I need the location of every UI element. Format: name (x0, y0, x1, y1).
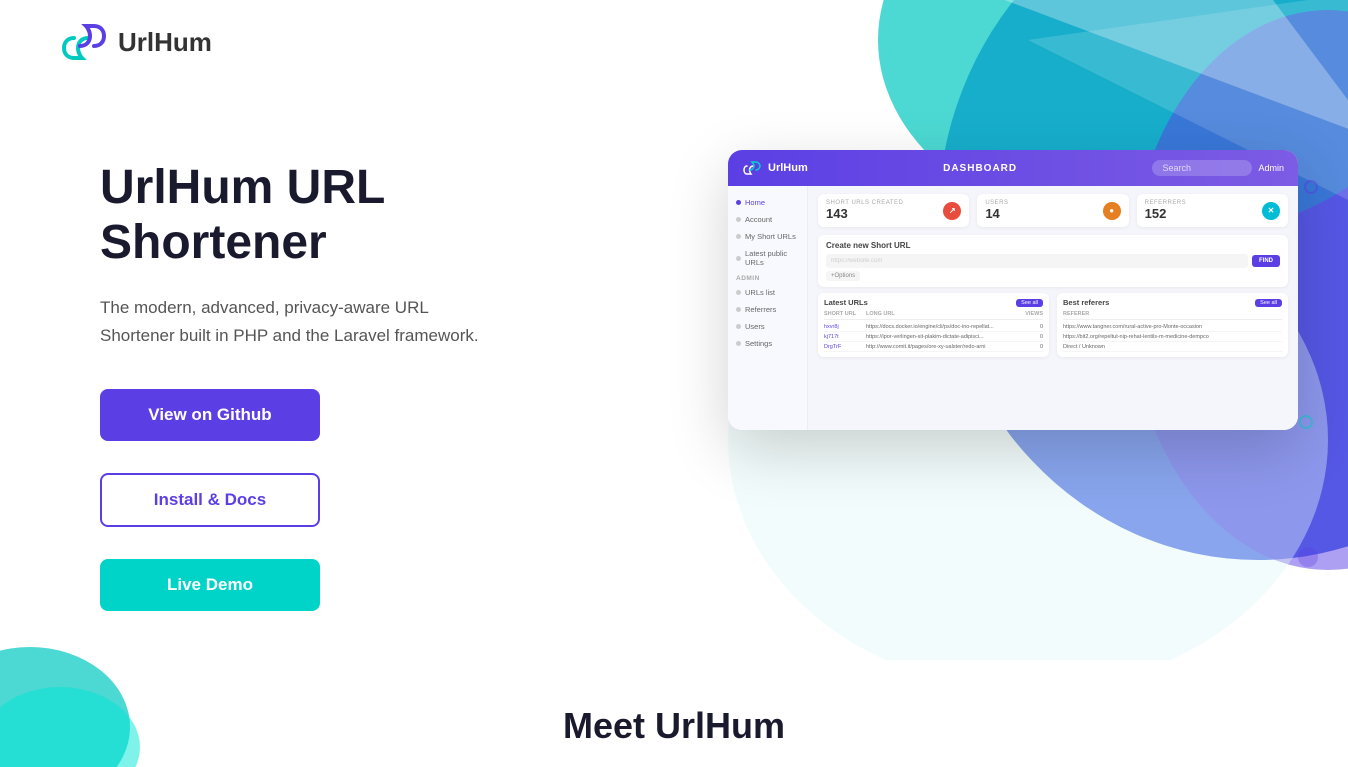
sidebar-item-referrers[interactable]: Referrers (728, 301, 807, 318)
col-short-url: SHORT URL (824, 311, 864, 317)
col-referer: REFERER (1063, 311, 1282, 317)
deco-circle-2 (1299, 415, 1313, 429)
cta-buttons: View on Github Install & Docs Live Demo (100, 389, 600, 611)
create-url-section: Create new Short URL https://website.com… (818, 235, 1288, 287)
meet-section: Meet UrlHum (0, 685, 1348, 767)
long-url-cell: https://docs.docker.io/engine/cli/ps/doc… (866, 324, 1021, 330)
github-button[interactable]: View on Github (100, 389, 320, 441)
short-url-cell: kj717t (824, 334, 864, 340)
dashboard-mockup: UrlHum DASHBOARD Search Admin Home Acc (728, 150, 1298, 430)
hero-section: UrlHum UrlHum URL Shortener The modern, … (0, 0, 1348, 767)
hero-title: UrlHum URL Shortener (100, 160, 600, 270)
hero-content: UrlHum URL Shortener The modern, advance… (100, 160, 600, 611)
dashboard-logo-icon (742, 158, 762, 178)
best-refs-table: Best referers See all REFERER https://ww… (1057, 293, 1288, 357)
stat-icon-users: ● (1103, 202, 1121, 220)
live-demo-button[interactable]: Live Demo (100, 559, 320, 611)
latest-urls-title: Latest URLs (824, 298, 868, 307)
create-options-row: +Options (826, 271, 1280, 281)
sidebar-dot (736, 217, 741, 222)
meet-title: Meet UrlHum (20, 705, 1328, 747)
latest-urls-cols: SHORT URL LONG URL VIEWS (824, 311, 1043, 320)
views-cell: 0 (1023, 324, 1043, 330)
dashboard-search[interactable]: Search (1152, 160, 1252, 176)
table-row: hxvr8j https://docs.docker.io/engine/cli… (824, 322, 1043, 332)
sidebar-dot (736, 341, 741, 346)
dashboard-main: SHORT URLS CREATED 143 ↗ USERS 14 ● (808, 186, 1298, 430)
logo-text: UrlHum (118, 27, 212, 58)
stat-value: 143 (826, 206, 903, 221)
long-url-cell: https://ipor-verlingen-sit-plakim-dictat… (866, 334, 1021, 340)
deco-circle-1 (1304, 180, 1318, 194)
dashboard-title: DASHBOARD (943, 163, 1017, 174)
hero-subtitle: The modern, advanced, privacy-aware URL … (100, 294, 600, 348)
dashboard-tables: Latest URLs See all SHORT URL LONG URL V… (818, 293, 1288, 357)
table-row: DrgTrF http://www.comit.it/pages/ore-xy-… (824, 342, 1043, 352)
col-views: VIEWS (1023, 311, 1043, 317)
stats-row: SHORT URLS CREATED 143 ↗ USERS 14 ● (818, 194, 1288, 227)
logo-container: UrlHum (60, 18, 1288, 66)
sidebar-item-home[interactable]: Home (728, 194, 807, 211)
sidebar-item-public-urls[interactable]: Latest public URLs (728, 245, 807, 271)
table-row: Direct / Unknown (1063, 342, 1282, 352)
stat-card-users: USERS 14 ● (977, 194, 1128, 227)
sidebar-dot (736, 307, 741, 312)
sidebar-item-url-list[interactable]: URLs list (728, 284, 807, 301)
create-url-input[interactable]: https://website.com (826, 254, 1248, 268)
stat-value: 14 (985, 206, 1008, 221)
views-cell: 0 (1023, 344, 1043, 350)
sidebar-item-account[interactable]: Account (728, 211, 807, 228)
best-refs-header: Best referers See all (1063, 298, 1282, 307)
install-docs-button[interactable]: Install & Docs (100, 473, 320, 527)
best-refs-see-all[interactable]: See all (1255, 299, 1282, 307)
dashboard-body: Home Account My Short URLs Latest public… (728, 186, 1298, 430)
sidebar-item-my-urls[interactable]: My Short URLs (728, 228, 807, 245)
stat-card-urls: SHORT URLS CREATED 143 ↗ (818, 194, 969, 227)
dashboard-sidebar: Home Account My Short URLs Latest public… (728, 186, 808, 430)
table-row: https://bit2.org/repeltut-nip-rehat-lent… (1063, 332, 1282, 342)
long-url-cell: http://www.comit.it/pages/ore-xy-ualster… (866, 344, 1021, 350)
dashboard-header: UrlHum DASHBOARD Search Admin (728, 150, 1298, 186)
sidebar-dot (736, 324, 741, 329)
stat-icon-refs: ✕ (1262, 202, 1280, 220)
stat-card-referrers: REFERRERS 152 ✕ (1137, 194, 1288, 227)
stat-value: 152 (1145, 206, 1187, 221)
sidebar-dot (736, 256, 741, 261)
table-row: https://www.tangner.com/rural-active-pro… (1063, 322, 1282, 332)
short-url-cell: hxvr8j (824, 324, 864, 330)
short-url-cell: DrgTrF (824, 344, 864, 350)
sidebar-dot (736, 200, 741, 205)
create-section-title: Create new Short URL (826, 241, 1280, 250)
create-url-button[interactable]: FIND (1252, 255, 1280, 267)
sidebar-dot (736, 290, 741, 295)
deco-circle-3 (1298, 547, 1318, 567)
referer-cell: https://www.tangner.com/rural-active-pro… (1063, 324, 1282, 330)
dashboard-logo-text: UrlHum (768, 162, 808, 174)
referer-cell: https://bit2.org/repeltut-nip-rehat-lent… (1063, 334, 1282, 340)
latest-urls-header: Latest URLs See all (824, 298, 1043, 307)
latest-urls-table: Latest URLs See all SHORT URL LONG URL V… (818, 293, 1049, 357)
best-refs-title: Best referers (1063, 298, 1109, 307)
navbar: UrlHum (0, 0, 1348, 84)
latest-urls-see-all[interactable]: See all (1016, 299, 1043, 307)
sidebar-admin-section: Admin (728, 271, 807, 284)
table-row: kj717t https://ipor-verlingen-sit-plakim… (824, 332, 1043, 342)
stat-icon-urls: ↗ (943, 202, 961, 220)
dashboard-logo: UrlHum (742, 158, 808, 178)
referer-cell: Direct / Unknown (1063, 344, 1282, 350)
create-url-row: https://website.com FIND (826, 254, 1280, 268)
col-long-url: LONG URL (866, 311, 1021, 317)
options-toggle[interactable]: +Options (826, 271, 860, 281)
refs-cols: REFERER (1063, 311, 1282, 320)
logo-icon (60, 18, 108, 66)
dashboard-admin: Admin (1258, 163, 1284, 173)
sidebar-item-users[interactable]: Users (728, 318, 807, 335)
sidebar-dot (736, 234, 741, 239)
sidebar-item-settings[interactable]: Settings (728, 335, 807, 352)
views-cell: 0 (1023, 334, 1043, 340)
